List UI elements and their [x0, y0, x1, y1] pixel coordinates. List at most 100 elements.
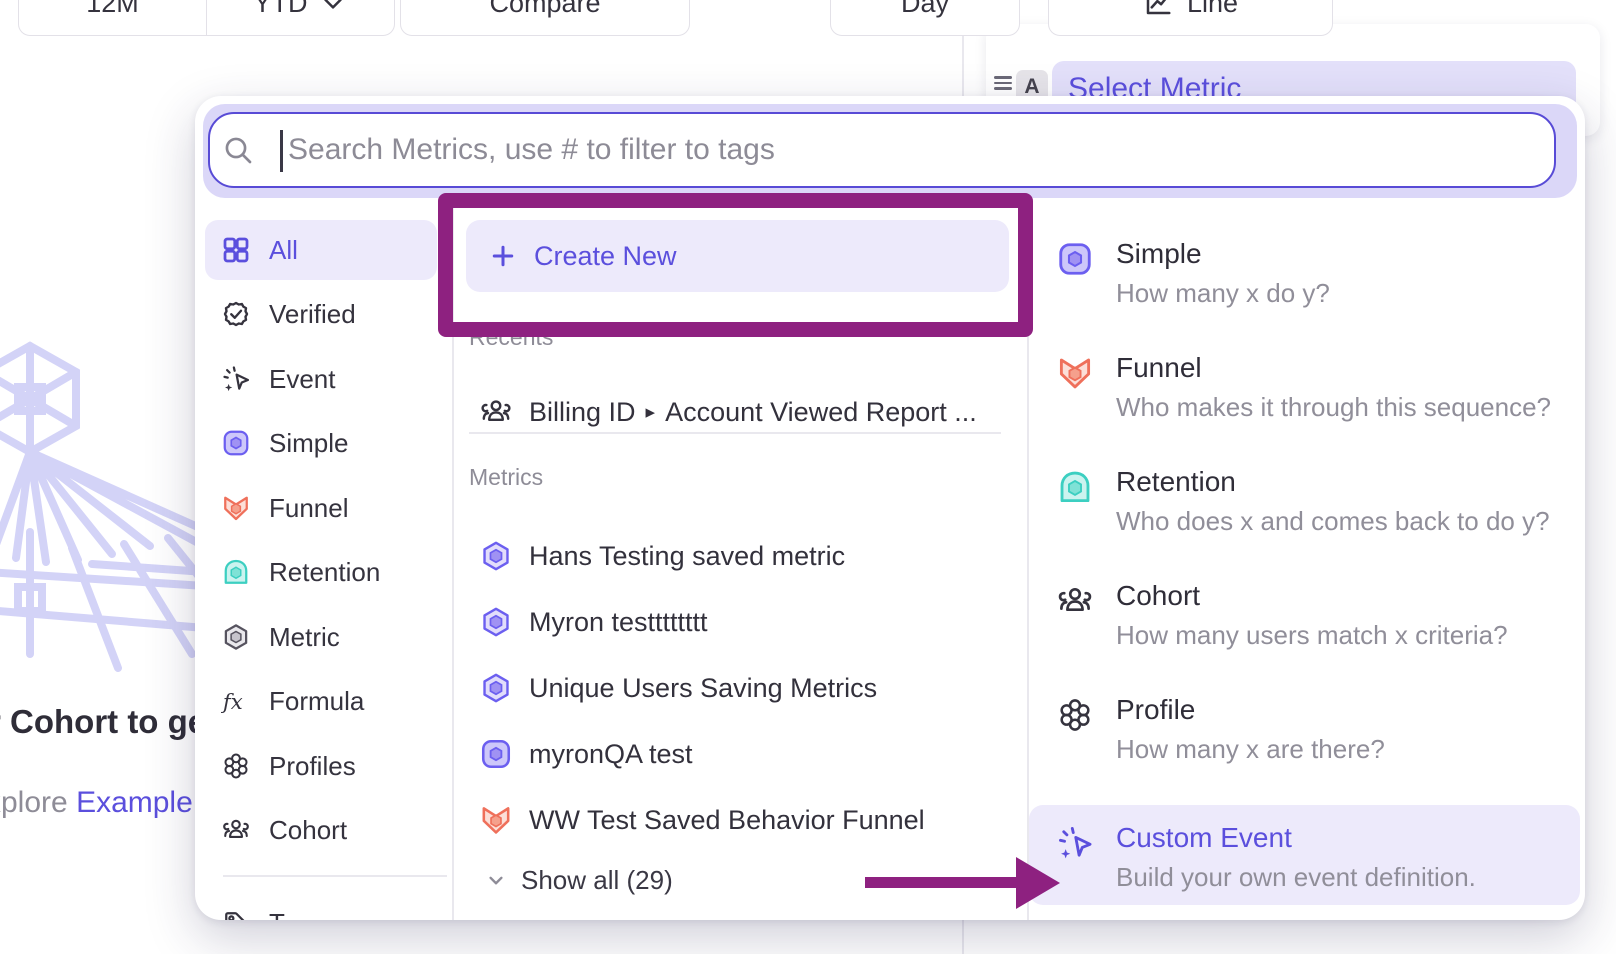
- recent-item-detail: Account Viewed Report ...: [665, 397, 977, 428]
- sidebar-item-profiles[interactable]: Profiles: [205, 736, 437, 796]
- verified-icon: [221, 299, 251, 329]
- sidebar-item-label: Funnel: [269, 493, 349, 524]
- line-chart-icon: [1143, 0, 1173, 18]
- range-12m-label: 12M: [86, 0, 139, 19]
- middle-divider: [469, 432, 1001, 434]
- sidebar-item-label: Profiles: [269, 751, 356, 782]
- funnel-icon: [221, 493, 251, 523]
- breadcrumb-arrow: ▸: [646, 401, 656, 424]
- metric-hexagon-icon: [479, 539, 513, 573]
- simple-icon: [479, 737, 513, 771]
- sidebar-item-all[interactable]: All: [205, 220, 437, 280]
- metric-item-label: Unique Users Saving Metrics: [529, 673, 877, 704]
- sidebar-item-partial[interactable]: T: [205, 893, 437, 920]
- sidebar-item-label: Event: [269, 364, 336, 395]
- option-title: Simple: [1116, 238, 1202, 270]
- tag-icon: [221, 908, 251, 920]
- sidebar-item-label: Formula: [269, 686, 364, 717]
- simple-icon: [1056, 240, 1094, 278]
- sidebar-item-funnel[interactable]: Funnel: [205, 478, 437, 538]
- option-desc: How many x are there?: [1116, 734, 1385, 765]
- option-desc: Build your own event definition.: [1116, 862, 1476, 893]
- sidebar-item-label: Cohort: [269, 815, 347, 846]
- line-label: Line: [1187, 0, 1238, 19]
- range-ytd-button[interactable]: YTD: [207, 0, 394, 35]
- metric-hexagon-icon: [479, 605, 513, 639]
- metrics-heading: Metrics: [469, 464, 543, 491]
- sidebar-item-label: Verified: [269, 299, 356, 330]
- sidebar-item-label: T: [269, 908, 285, 921]
- svg-text:ƒx: ƒx: [221, 690, 243, 715]
- annotation-arrow: [865, 877, 1020, 888]
- metric-list-item[interactable]: WW Test Saved Behavior Funnel: [479, 800, 925, 840]
- metric-item-label: myronQA test: [529, 739, 693, 770]
- line-chart-type-button[interactable]: Line: [1048, 0, 1333, 36]
- metric-hexagon-icon: [479, 671, 513, 705]
- drag-handle-icon[interactable]: [994, 76, 1012, 90]
- cohort-icon: [221, 815, 251, 845]
- profiles-icon: [1056, 696, 1094, 734]
- metric-hexagon-icon: [221, 622, 251, 652]
- compare-button[interactable]: Compare: [400, 0, 690, 36]
- explore-prefix: xplore: [0, 786, 68, 819]
- sidebar-item-cohort[interactable]: Cohort: [205, 800, 437, 860]
- option-title: Funnel: [1116, 352, 1202, 384]
- compare-label: Compare: [489, 0, 600, 19]
- search-input[interactable]: [208, 112, 1556, 188]
- profiles-icon: [221, 751, 251, 781]
- metric-item-label: Hans Testing saved metric: [529, 541, 845, 572]
- show-all-button[interactable]: Show all (29): [483, 860, 673, 900]
- event-cursor-icon: [1056, 824, 1094, 862]
- background-heading-fragment: r Cohort to ge: [0, 703, 206, 741]
- annotation-arrow-head: [1016, 857, 1060, 909]
- range-12m-button[interactable]: 12M: [19, 0, 207, 35]
- day-granularity-button[interactable]: Day: [830, 0, 1020, 36]
- metric-item-label: Myron testttttttt: [529, 607, 708, 638]
- sidebar-item-metric[interactable]: Metric: [205, 607, 437, 667]
- range-ytd-label: YTD: [254, 0, 308, 19]
- sidebar-item-label: All: [269, 235, 298, 266]
- option-title: Profile: [1116, 694, 1195, 726]
- annotation-rectangle: [438, 193, 1033, 337]
- metric-list-item[interactable]: Unique Users Saving Metrics: [479, 668, 877, 708]
- recent-item[interactable]: Billing ID ▸ Account Viewed Report ...: [479, 392, 977, 432]
- metric-list-item[interactable]: Hans Testing saved metric: [479, 536, 845, 576]
- sidebar-item-formula[interactable]: ƒx Formula: [205, 671, 437, 731]
- app-screen: 12M YTD Compare Day Line A Select Metric: [0, 0, 1616, 954]
- sidebar-item-event[interactable]: Event: [205, 349, 437, 409]
- sidebar-item-label: Metric: [269, 622, 340, 653]
- option-title: Custom Event: [1116, 822, 1292, 854]
- grid-icon: [221, 235, 251, 265]
- formula-icon: ƒx: [221, 686, 251, 716]
- option-desc: Who makes it through this sequence?: [1116, 392, 1551, 423]
- funnel-icon: [1056, 354, 1094, 392]
- chevron-down-icon: [483, 867, 509, 893]
- sidebar-item-simple[interactable]: Simple: [205, 413, 437, 473]
- metric-list-item[interactable]: Myron testttttttt: [479, 602, 708, 642]
- date-range-group: 12M YTD: [18, 0, 395, 36]
- background-subtext: xplore Example R: [0, 786, 223, 820]
- wireframe-illustration: [0, 332, 210, 672]
- retention-icon: [221, 557, 251, 587]
- sidebar-item-label: Retention: [269, 557, 380, 588]
- option-title: Cohort: [1116, 580, 1200, 612]
- option-desc: Who does x and comes back to do y?: [1116, 506, 1550, 537]
- funnel-icon: [479, 803, 513, 837]
- cohort-icon: [1056, 582, 1094, 620]
- show-all-label: Show all (29): [521, 865, 673, 896]
- event-cursor-icon: [221, 364, 251, 394]
- cohort-icon: [479, 395, 513, 429]
- text-caret: [280, 130, 283, 172]
- day-label: Day: [901, 0, 949, 19]
- sidebar-item-retention[interactable]: Retention: [205, 542, 437, 602]
- option-desc: How many x do y?: [1116, 278, 1330, 309]
- recent-item-name: Billing ID: [529, 397, 636, 428]
- chevron-down-icon: [318, 0, 348, 18]
- metric-list-item[interactable]: myronQA test: [479, 734, 693, 774]
- simple-icon: [221, 428, 251, 458]
- sidebar-divider: [223, 875, 447, 877]
- retention-icon: [1056, 468, 1094, 506]
- option-title: Retention: [1116, 466, 1236, 498]
- sidebar-item-verified[interactable]: Verified: [205, 284, 437, 344]
- sidebar-item-label: Simple: [269, 428, 348, 459]
